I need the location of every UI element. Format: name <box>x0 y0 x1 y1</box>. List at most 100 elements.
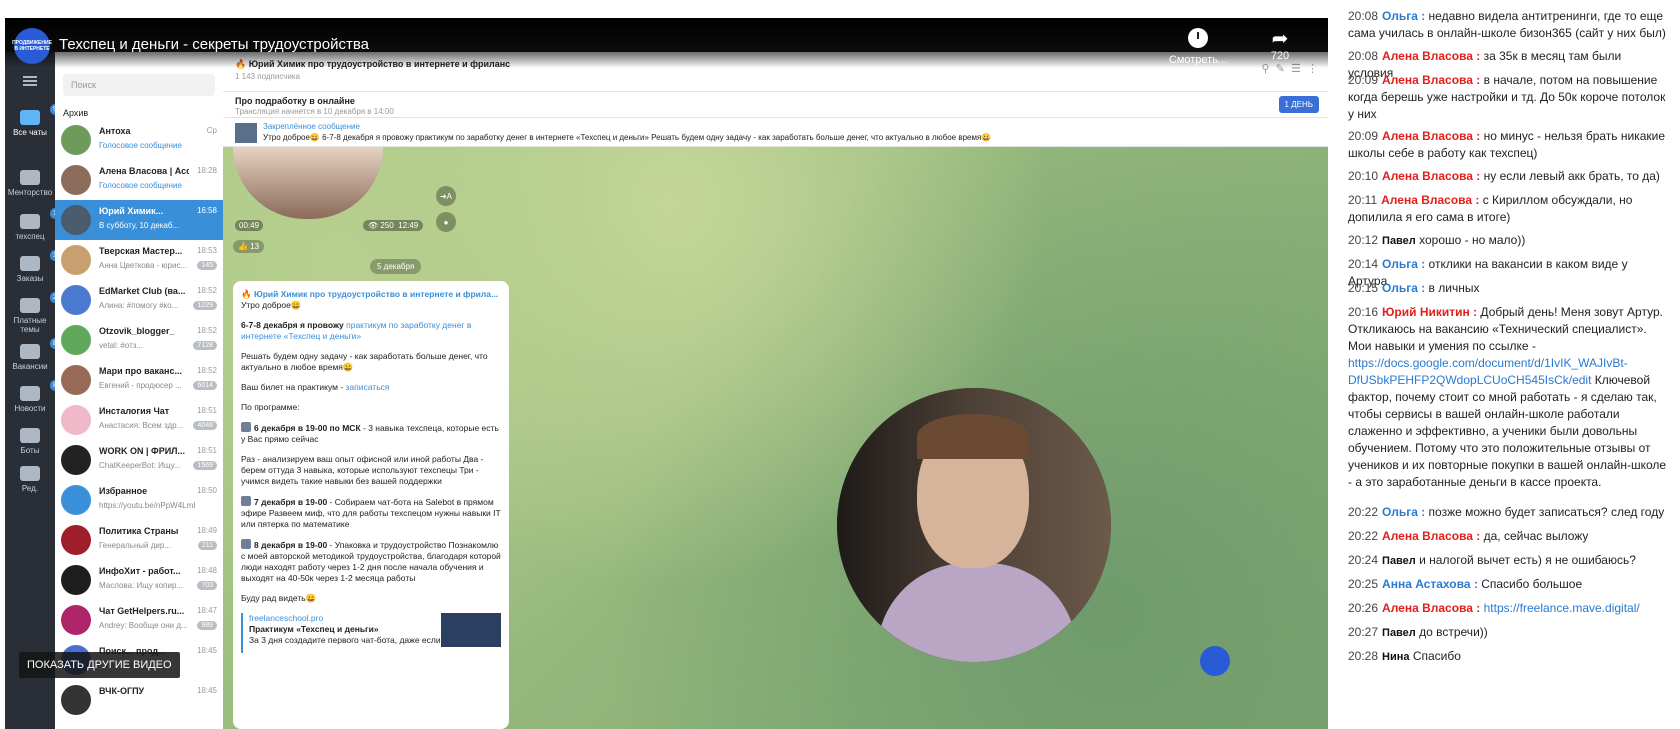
message-author[interactable]: Павел <box>1382 627 1416 639</box>
folder-7[interactable]: Боты <box>5 428 55 455</box>
chat-time: 16:58 <box>196 206 217 215</box>
folder-0[interactable]: 99+ Все чаты <box>5 104 68 137</box>
link-preview: freelanceschool.pro Практикум «Техспец и… <box>241 613 501 653</box>
views-count: 250 <box>380 221 394 230</box>
message-author[interactable]: Павел <box>1382 235 1416 247</box>
folder-4[interactable]: 2 Платные темы <box>5 292 60 334</box>
chat-message: 20:16 Юрий Никитин : Добрый день! Меня зо… <box>1348 304 1668 491</box>
ticket-link: записаться <box>345 382 390 392</box>
folder-icon: 8 <box>20 338 60 359</box>
folder-5[interactable]: 8 Вакансии <box>5 338 60 371</box>
clock-icon <box>1188 28 1208 48</box>
pinned-text: Утро доброе😀 6-7-8 декабря я провожу пра… <box>263 133 992 142</box>
chat-preview: Анастасия: Всем здр... <box>99 421 184 430</box>
chat-time: 18:52 <box>196 326 217 335</box>
chat-name: ВЧК-ОГПУ <box>99 686 145 696</box>
date-divider: 5 декабря <box>370 259 422 274</box>
folder-rail: 99+ Все чаты Менторство 1 техспец 1 Заказы 2 Пла… <box>5 52 68 729</box>
chat-name: Otzovik_blogger_ <box>99 326 175 336</box>
message-author[interactable]: Юрий Никитин : <box>1382 305 1477 319</box>
chat-name: Алена Власова | Асс... <box>99 166 189 176</box>
message-author[interactable]: Анна Астахова : <box>1382 577 1478 591</box>
chat-time: 18:51 <box>196 446 217 455</box>
unread-count: 7128 <box>193 341 217 350</box>
message-author[interactable]: Алена Власова : <box>1382 601 1480 615</box>
day1-bold: 6 декабря в 19-00 по МСК <box>254 423 361 433</box>
folder-label: Заказы <box>16 274 44 283</box>
chat-name: Мари про ваканс... <box>99 366 182 376</box>
message-author[interactable]: Алена Власова : <box>1382 129 1480 143</box>
message-author[interactable]: Нина <box>1382 651 1409 663</box>
message-author[interactable]: Алена Власова : <box>1382 49 1480 63</box>
chat-list-item[interactable]: ИнфоХит - работ... 18:48 Маслова: Ищу копи… <box>55 560 223 600</box>
message-text: хорошо - но мало)) <box>1415 233 1526 247</box>
message-author[interactable]: Алена Власова : <box>1382 169 1480 183</box>
chat-list-item[interactable]: Избранное 18:50 https://youtu.be/nPpW4LmE.… <box>55 480 223 520</box>
chat-message: 20:28 Нина Спасибо <box>1348 648 1668 666</box>
message-author[interactable]: Алена Власова : <box>1381 193 1479 207</box>
chat-list-item[interactable]: Чат GetHelpers.ru... 18:47 Andrey: Вообще … <box>55 600 223 640</box>
chat-list-item[interactable]: Тверская Мастер... 18:53 Анна Цветкова - ю… <box>55 240 223 280</box>
post-day1: 6 декабря в 19-00 по МСК - 3 навыка техс… <box>241 422 501 445</box>
folder-8[interactable]: Ред. <box>5 466 55 493</box>
chat-list-item[interactable]: Алена Власова | Асс... 18:28 Голосовое соо… <box>55 160 223 200</box>
chat-avatar <box>61 525 91 555</box>
message-time: 20:09 <box>1348 129 1379 143</box>
message-text: Ключевой фактор, почему стоит со мной ра… <box>1348 373 1667 489</box>
unread-count: 1229 <box>193 301 217 310</box>
message-link[interactable]: https://freelance.mave.digital/ <box>1484 601 1640 615</box>
chat-list-item[interactable]: Антоха Ср Голосовое сообщение <box>55 120 223 160</box>
webcam-overlay <box>837 388 1111 662</box>
chat-list-item[interactable]: Мари про ваканс... 18:52 Евгений - продюсе… <box>55 360 223 400</box>
message-time: 20:10 <box>1348 169 1379 183</box>
message-time: 20:09 <box>1348 73 1379 87</box>
message-author[interactable]: Ольга : <box>1382 281 1425 295</box>
message-text: ну если левый акк брать, то да) <box>1480 169 1660 183</box>
chat-list-item[interactable]: Инсталогия Чат 18:51 Анастасия: Всем здр..… <box>55 400 223 440</box>
channel-avatar[interactable]: ПРОДВИЖЕНИЕ В ИНТЕРНЕТЕ <box>12 28 52 64</box>
chat-time: 18:50 <box>196 486 217 495</box>
post-program: По программе: <box>241 402 300 412</box>
chat-time: 18:45 <box>196 686 217 695</box>
message-author[interactable]: Ольга : <box>1382 257 1425 271</box>
chat-avatar <box>61 285 91 315</box>
message-text: позже можно будет записаться? след году <box>1425 505 1665 519</box>
chat-avatar <box>61 365 91 395</box>
folder-6[interactable]: 8 Новости <box>5 380 60 413</box>
share-button[interactable]: ➦ 720 <box>1260 28 1300 62</box>
message-link[interactable]: https://docs.google.com/document/d/1IvIK… <box>1348 356 1628 387</box>
message-author[interactable]: Алена Власова : <box>1382 73 1480 87</box>
video-player[interactable]: 99+ Все чаты Менторство 1 техспец 1 Заказы 2 Пла… <box>5 18 1328 729</box>
video-message-duration: 00:49 <box>235 220 264 231</box>
message-time: 20:14 <box>1348 257 1379 271</box>
message-author[interactable]: Ольга : <box>1382 505 1425 519</box>
chat-avatar <box>61 445 91 475</box>
video-title[interactable]: Техспец и деньги - секреты трудоустройст… <box>59 36 369 53</box>
chat-list-item[interactable]: ВЧК-ОГПУ 18:45 <box>55 680 223 720</box>
folder-1[interactable]: Менторство <box>5 170 55 197</box>
message-time: 20:24 <box>1348 553 1379 567</box>
chat-avatar <box>61 605 91 635</box>
message-author[interactable]: Алена Власова : <box>1382 529 1480 543</box>
chat-time: 18:28 <box>196 166 217 175</box>
message-text: до встречи)) <box>1415 625 1488 639</box>
folder-2[interactable]: 1 техспец <box>5 208 60 241</box>
message-time: 20:28 <box>1348 649 1379 663</box>
post-author: 🔥 Юрий Химик про трудоустройство в интер… <box>241 289 499 299</box>
message-author[interactable]: Ольга : <box>1382 9 1425 23</box>
chat-list-item[interactable]: Политика Страны 18:49 Генеральный дир... 21… <box>55 520 223 560</box>
show-more-videos-button[interactable]: ПОКАЗАТЬ ДРУГИЕ ВИДЕО <box>19 652 180 678</box>
folder-3[interactable]: 1 Заказы <box>5 250 60 283</box>
countdown-badge: 1 ДЕНЬ <box>1278 96 1319 113</box>
chat-list-item[interactable]: EdMarket Club (ва... 18:52 Алина: #помогу … <box>55 280 223 320</box>
chat-list-item[interactable]: Otzovik_blogger_ 18:52 vetal: #отз... 7128 <box>55 320 223 360</box>
message-time: 20:26 <box>1348 601 1379 615</box>
chat-list-item[interactable]: WORK ON | ФРИЛ... 18:51 ChatKeeperBot: Ищу… <box>55 440 223 480</box>
chat-list-item[interactable]: Юрий Химик... 16:58 В субботу, 10 декаб... <box>55 200 223 240</box>
post-intro: 6-7-8 декабря я провожу практикум по зар… <box>241 320 501 342</box>
post-day2: 7 декабря в 19-00 - Собираем чат-бота на… <box>241 496 501 530</box>
message-author[interactable]: Павел <box>1382 555 1416 567</box>
folder-icon <box>20 170 40 185</box>
chat-time: 18:51 <box>196 406 217 415</box>
watch-later-button[interactable]: Смотреть... <box>1163 28 1233 66</box>
